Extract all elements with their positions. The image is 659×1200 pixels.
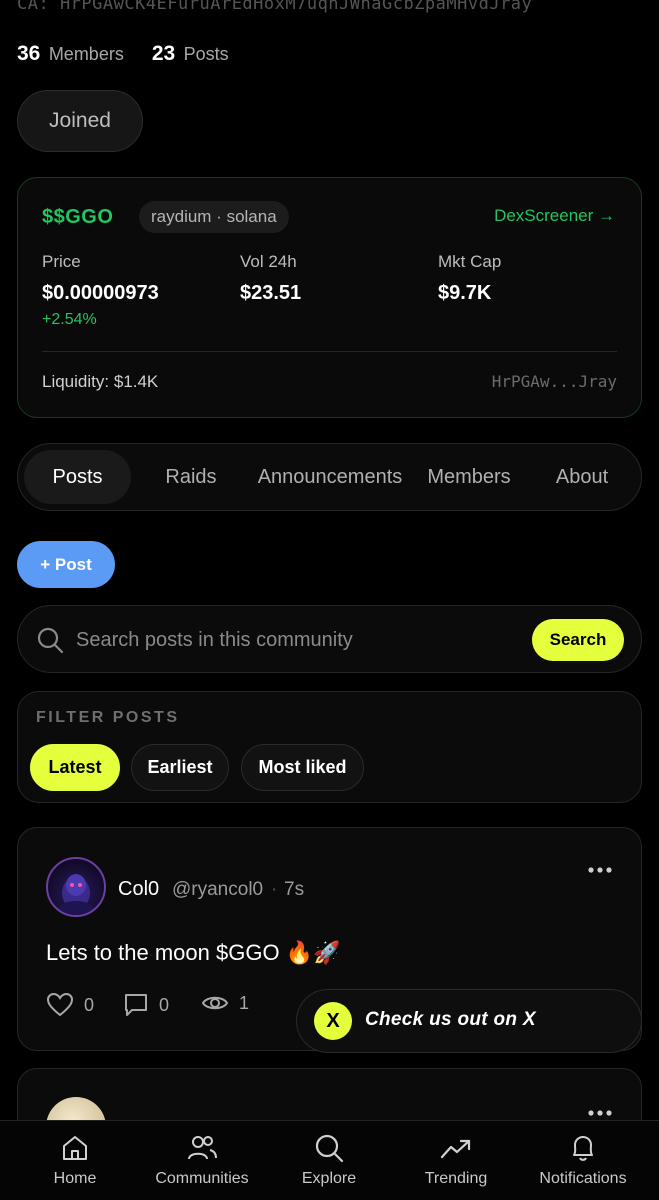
price-label: Price — [42, 252, 81, 271]
follow-on-x-banner[interactable]: X Check us out on X — [296, 989, 642, 1053]
comment-count: 0 — [159, 994, 170, 1015]
trending-icon — [440, 1139, 471, 1159]
joined-button[interactable]: Joined — [17, 90, 143, 152]
market-cap-label: Mkt Cap — [438, 252, 502, 271]
follow-on-x-label: Check us out on X — [365, 1009, 536, 1030]
new-post-button[interactable]: + Post — [17, 541, 115, 588]
nav-trending-label: Trending — [424, 1170, 488, 1187]
search-icon — [315, 1134, 344, 1163]
nav-communities-label: Communities — [155, 1170, 249, 1187]
tab-raids[interactable]: Raids — [136, 450, 246, 504]
eye-icon — [201, 996, 229, 1010]
market-cap-metric: Mkt Cap $9.7K — [438, 252, 501, 305]
nav-notifications-label: Notifications — [539, 1170, 627, 1187]
token-card: $$GGO raydium · solana DexScreener → Pri… — [17, 177, 642, 418]
search-button[interactable]: Search — [532, 619, 624, 661]
volume-value: $23.51 — [240, 282, 302, 304]
members-stat[interactable]: 36 Members — [17, 42, 124, 66]
more-options-icon[interactable] — [587, 862, 613, 878]
contract-address-line[interactable]: CA: HrPGAwCK4EFuruArEdHoxM7uqhJWnaGcbZpa… — [17, 0, 532, 14]
home-icon — [63, 1136, 87, 1160]
nav-notifications[interactable]: Notifications — [518, 1133, 648, 1188]
filter-title: FILTER POSTS — [36, 709, 180, 726]
search-icon — [37, 627, 64, 654]
liquidity-value: Liquidity: $1.4K — [42, 372, 159, 391]
like-action[interactable]: 0 — [46, 992, 94, 1018]
avatar[interactable] — [46, 857, 106, 917]
tab-posts[interactable]: Posts — [24, 450, 131, 504]
x-logo-icon: X — [314, 1002, 352, 1040]
members-count: 36 — [17, 42, 41, 65]
filter-earliest[interactable]: Earliest — [131, 744, 229, 791]
volume-label: Vol 24h — [240, 252, 297, 271]
bell-icon — [573, 1136, 593, 1161]
price-change: +2.54% — [42, 311, 97, 328]
bottom-navigation: Home Communities Explore Trending Notifi… — [0, 1120, 659, 1200]
view-count: 1 — [239, 992, 250, 1013]
nav-home-label: Home — [53, 1170, 97, 1187]
users-icon — [188, 1136, 217, 1160]
posts-stat[interactable]: 23 Posts — [152, 42, 229, 66]
community-tabs: Posts Raids Announcements Members About — [17, 443, 642, 511]
tab-announcements[interactable]: Announcements — [248, 450, 412, 504]
filter-latest[interactable]: Latest — [30, 744, 120, 791]
contract-address-short[interactable]: HrPGAw...Jray — [492, 372, 617, 391]
price-metric: Price $0.00000973 +2.54% — [42, 252, 159, 329]
members-label: Members — [48, 44, 124, 64]
nav-home[interactable]: Home — [10, 1133, 140, 1188]
like-count: 0 — [84, 994, 95, 1015]
more-options-icon[interactable] — [587, 1105, 613, 1121]
comment-icon — [125, 994, 147, 1016]
token-symbol: $$GGO — [42, 206, 114, 228]
tab-members[interactable]: Members — [416, 450, 522, 504]
volume-metric: Vol 24h $23.51 — [240, 252, 301, 305]
posts-label: Posts — [183, 44, 229, 64]
post-text: Lets to the moon $GGO 🔥🚀 — [46, 940, 341, 965]
search-bar: Search — [17, 605, 642, 673]
token-platform-chip: raydium · solana — [139, 201, 289, 233]
community-stats: 36 Members 23 Posts — [17, 42, 229, 66]
posts-count: 23 — [151, 42, 176, 65]
search-input[interactable] — [76, 620, 516, 660]
nav-explore[interactable]: Explore — [264, 1133, 394, 1188]
avatar-image — [58, 874, 94, 915]
heart-icon — [46, 992, 74, 1017]
price-value: $0.00000973 — [42, 282, 159, 304]
market-cap-value: $9.7K — [438, 282, 492, 304]
dexscreener-link[interactable]: DexScreener → — [494, 206, 615, 226]
filter-most-liked[interactable]: Most liked — [241, 744, 364, 791]
author-name[interactable]: Col0 — [118, 878, 159, 901]
author-handle[interactable]: @ryancol0 — [172, 879, 263, 901]
views-action: 1 — [201, 992, 249, 1014]
post-time: 7s — [271, 879, 304, 901]
comment-action[interactable]: 0 — [123, 992, 169, 1018]
nav-communities[interactable]: Communities — [137, 1133, 267, 1188]
nav-trending[interactable]: Trending — [391, 1133, 521, 1188]
nav-explore-label: Explore — [301, 1170, 357, 1187]
filter-posts-panel: FILTER POSTS Latest Earliest Most liked — [17, 691, 642, 803]
card-divider — [42, 351, 617, 352]
tab-about[interactable]: About — [528, 450, 636, 504]
